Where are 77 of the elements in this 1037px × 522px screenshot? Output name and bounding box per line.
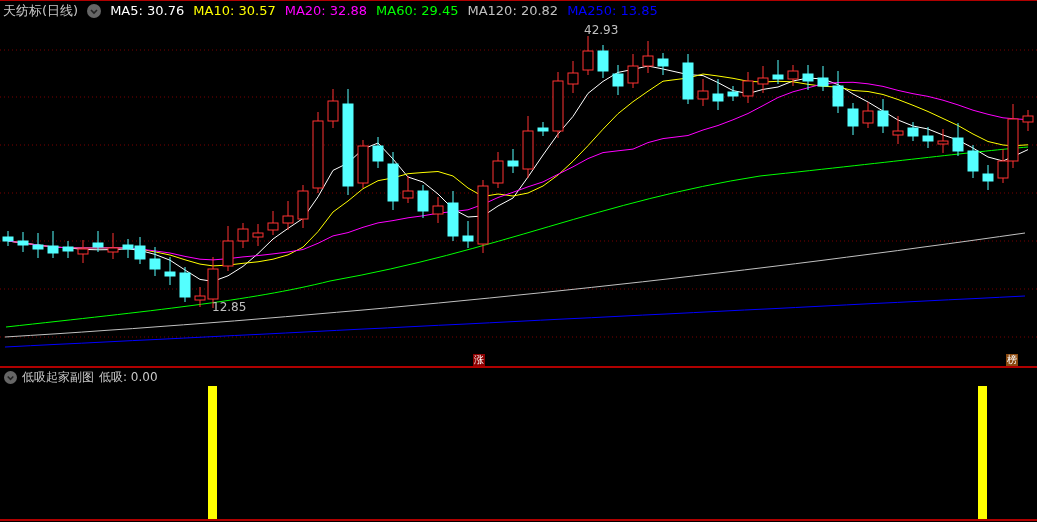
candlestick: [282, 200, 294, 231]
low-price-label: 12.85: [212, 300, 247, 314]
candlestick: [149, 246, 161, 277]
candlestick: [567, 60, 579, 94]
candlestick: [237, 222, 249, 249]
candlestick: [877, 98, 889, 134]
candlestick: [1022, 109, 1034, 132]
candlestick: [47, 230, 59, 259]
moving-average-value: MA60: 29.45: [376, 2, 459, 21]
candlestick: [712, 78, 724, 111]
candlestick: [357, 139, 369, 189]
candlestick: [2, 230, 14, 247]
candlestick: [907, 121, 919, 142]
moving-average-value: MA5: 30.76: [110, 2, 185, 21]
candlestick: [967, 144, 979, 179]
candlestick: [387, 151, 399, 211]
candlestick: [612, 64, 624, 96]
candlestick: [507, 148, 519, 174]
candlestick: [697, 78, 709, 107]
candlestick: [62, 240, 74, 259]
candlestick: [757, 65, 769, 94]
candlestick: [657, 52, 669, 76]
candlestick: [787, 64, 799, 87]
candlestick: [134, 236, 146, 265]
candlestick: [17, 231, 29, 253]
candlestick: [892, 115, 904, 145]
moving-average-value: MA20: 32.88: [284, 2, 368, 21]
candlestick: [432, 196, 444, 224]
candlestick: [77, 239, 89, 264]
candlestick: [107, 232, 119, 260]
candlestick: [642, 40, 654, 74]
candlestick: [832, 70, 844, 114]
candlestick: [802, 64, 814, 91]
candlestick: [727, 85, 739, 102]
candlestick: [297, 184, 309, 229]
sub-chart-title: 低吸起家副图: [22, 369, 94, 386]
chart-title: 天纺标(日线): [3, 2, 79, 21]
candlestick: [402, 175, 414, 204]
candlestick: [817, 65, 829, 92]
candlestick: [922, 126, 934, 149]
candlestick: [597, 44, 609, 79]
moving-average-value: MA10: 30.57: [193, 2, 276, 21]
candlestick: [627, 53, 639, 89]
candlestick: [447, 190, 459, 242]
candlestick: [92, 230, 104, 253]
candlestick: [552, 71, 564, 139]
candlestick: [122, 238, 134, 259]
candlestick: [522, 115, 534, 179]
candlestick: [417, 184, 429, 219]
moving-average-value: MA250: 13.85: [567, 2, 658, 21]
candlestick: [492, 151, 504, 189]
candlestick: [327, 88, 339, 129]
candlestick: [982, 164, 994, 191]
marker-tag: 榜: [1006, 354, 1018, 366]
candlestick: [742, 71, 754, 104]
candlestick: [32, 232, 44, 259]
candlestick: [537, 121, 549, 137]
candlestick: [772, 59, 784, 85]
candlestick: [372, 136, 384, 169]
candlestick: [267, 210, 279, 236]
indicator-value: 低吸: 0.00: [99, 369, 158, 386]
chevron-down-icon[interactable]: [87, 4, 102, 18]
candlestick: [164, 256, 176, 286]
candlestick: [179, 266, 191, 303]
candlestick: [937, 128, 949, 154]
candlestick: [462, 220, 474, 249]
moving-average-value: MA120: 20.82: [467, 2, 559, 21]
candlestick: [582, 35, 594, 76]
candlestick: [847, 102, 859, 136]
candlestick: [862, 101, 874, 129]
marker-tag: 涨: [473, 354, 485, 366]
candlestick: [222, 225, 234, 272]
candlestick: [252, 223, 264, 247]
chevron-down-icon[interactable]: [4, 370, 17, 384]
candlestick: [952, 122, 964, 157]
high-price-label: 42.93: [584, 23, 619, 37]
candlestick: [682, 53, 694, 105]
